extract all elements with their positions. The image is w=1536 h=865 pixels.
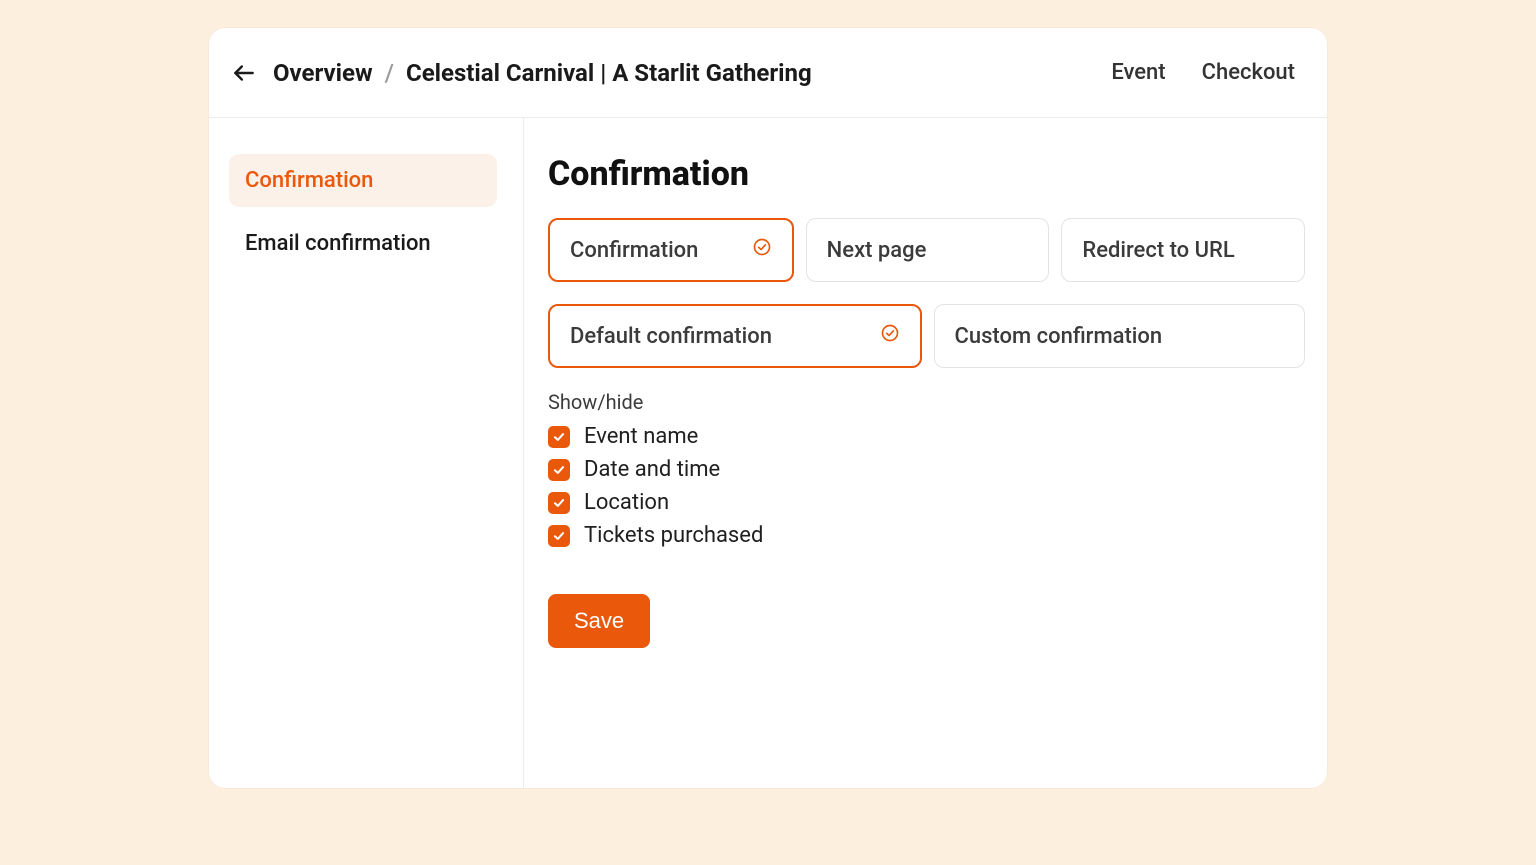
page-title: Confirmation xyxy=(548,154,1305,194)
checkbox-row-event-name: Event name xyxy=(548,424,1305,449)
sidebar-item-confirmation[interactable]: Confirmation xyxy=(229,154,497,207)
option-label: Redirect to URL xyxy=(1082,238,1234,263)
settings-card: Overview / Celestial Carnival | A Starli… xyxy=(209,28,1327,788)
template-selector: Default confirmation Custom confirmation xyxy=(548,304,1305,368)
option-confirmation[interactable]: Confirmation xyxy=(548,218,794,282)
sidebar-item-label: Email confirmation xyxy=(245,231,431,256)
option-custom-confirmation[interactable]: Custom confirmation xyxy=(934,304,1306,368)
check-circle-icon xyxy=(752,237,772,263)
show-hide-label: Show/hide xyxy=(548,390,1305,414)
checkbox-tickets[interactable] xyxy=(548,525,570,547)
checkbox-label: Date and time xyxy=(584,457,720,482)
breadcrumb: Overview / Celestial Carnival | A Starli… xyxy=(231,59,812,87)
checkbox-row-tickets: Tickets purchased xyxy=(548,523,1305,548)
main-panel: Confirmation Confirmation Next page Red xyxy=(524,118,1327,788)
option-redirect-url[interactable]: Redirect to URL xyxy=(1061,218,1305,282)
checkbox-date-time[interactable] xyxy=(548,459,570,481)
nav-event[interactable]: Event xyxy=(1111,60,1165,85)
breadcrumb-separator: / xyxy=(385,59,394,87)
sidebar-item-email-confirmation[interactable]: Email confirmation xyxy=(229,217,497,270)
checkbox-location[interactable] xyxy=(548,492,570,514)
checkbox-label: Location xyxy=(584,490,669,515)
option-label: Custom confirmation xyxy=(955,324,1163,349)
breadcrumb-overview[interactable]: Overview xyxy=(273,59,373,87)
back-arrow-icon[interactable] xyxy=(231,60,257,86)
check-icon xyxy=(552,463,566,477)
option-label: Default confirmation xyxy=(570,324,772,349)
checkbox-row-date-time: Date and time xyxy=(548,457,1305,482)
page-type-selector: Confirmation Next page Redirect to URL xyxy=(548,218,1305,282)
option-label: Confirmation xyxy=(570,238,698,263)
sidebar: Confirmation Email confirmation xyxy=(209,118,524,788)
check-icon xyxy=(552,430,566,444)
check-icon xyxy=(552,496,566,510)
top-nav: Event Checkout xyxy=(1111,60,1295,85)
show-hide-list: Event name Date and time Location xyxy=(548,424,1305,548)
breadcrumb-title: Celestial Carnival | A Starlit Gathering xyxy=(406,59,812,87)
checkbox-event-name[interactable] xyxy=(548,426,570,448)
option-label: Next page xyxy=(827,238,927,263)
option-default-confirmation[interactable]: Default confirmation xyxy=(548,304,922,368)
option-next-page[interactable]: Next page xyxy=(806,218,1050,282)
checkbox-row-location: Location xyxy=(548,490,1305,515)
checkbox-label: Event name xyxy=(584,424,698,449)
nav-checkout[interactable]: Checkout xyxy=(1202,60,1295,85)
save-button[interactable]: Save xyxy=(548,594,650,648)
check-circle-icon xyxy=(880,323,900,349)
checkbox-label: Tickets purchased xyxy=(584,523,763,548)
sidebar-item-label: Confirmation xyxy=(245,168,373,193)
top-bar: Overview / Celestial Carnival | A Starli… xyxy=(209,28,1327,118)
body-layout: Confirmation Email confirmation Confirma… xyxy=(209,118,1327,788)
check-icon xyxy=(552,529,566,543)
